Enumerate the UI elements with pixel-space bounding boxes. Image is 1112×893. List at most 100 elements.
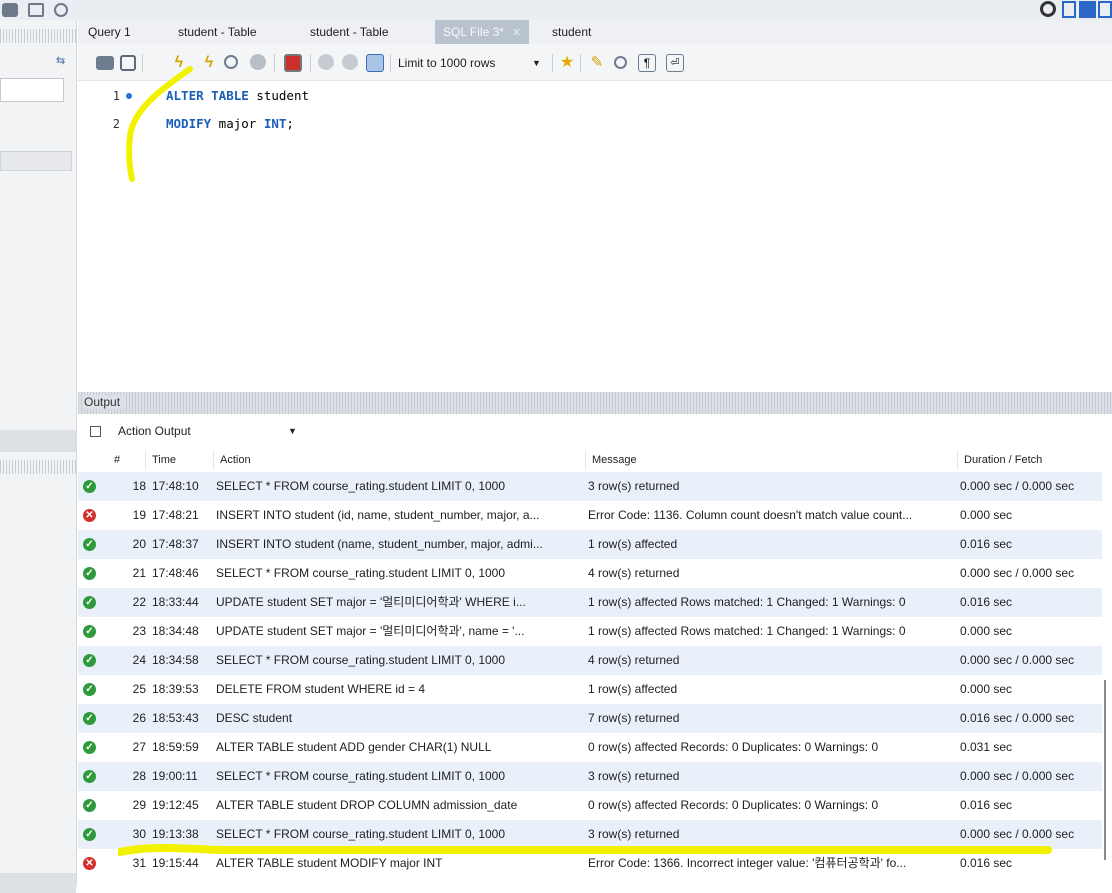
table-row[interactable]: ✓ 27 18:59:59 ALTER TABLE student ADD gende… — [78, 733, 1102, 762]
row-message: 1 row(s) affected Rows matched: 1 Change… — [588, 624, 906, 638]
table-row[interactable]: ✕ 19 17:48:21 INSERT INTO student (id, name… — [78, 501, 1102, 530]
tab-query-1[interactable]: Query 1 — [88, 20, 131, 44]
keyword: INT — [263, 116, 287, 131]
table-row[interactable]: ✓ 20 17:48:37 INSERT INTO student (name, st… — [78, 530, 1102, 559]
output-label: Output — [84, 395, 125, 409]
information-header — [0, 460, 76, 474]
row-time: 18:33:44 — [152, 595, 199, 609]
close-tab-icon[interactable]: ✕ — [512, 27, 521, 39]
column-header-number[interactable]: # — [108, 450, 146, 470]
column-header-duration[interactable]: Duration / Fetch — [958, 450, 1102, 470]
beautify-brush-icon[interactable]: ✎ — [588, 54, 606, 72]
table-row[interactable]: ✓ 29 19:12:45 ALTER TABLE student DROP COLU… — [78, 791, 1102, 820]
tab-label: SQL File 3* — [443, 25, 504, 39]
success-check-icon: ✓ — [83, 567, 96, 580]
row-number: 20 — [132, 537, 146, 551]
row-time: 18:53:43 — [152, 711, 199, 725]
column-header-message[interactable]: Message — [586, 450, 958, 470]
success-check-icon: ✓ — [83, 654, 96, 667]
tab-student[interactable]: student — [552, 20, 591, 44]
table-row[interactable]: ✓ 18 17:48:10 SELECT * FROM course_rating.s… — [78, 472, 1102, 501]
row-duration: 0.016 sec — [960, 595, 1013, 609]
tab-student-table-2[interactable]: student - Table — [310, 20, 389, 44]
autocommit-toggle-icon[interactable] — [366, 54, 384, 72]
stop-on-error-icon[interactable] — [284, 54, 302, 72]
column-header-action[interactable]: Action — [214, 450, 586, 470]
table-row[interactable]: ✓ 21 17:48:46 SELECT * FROM course_rating.s… — [78, 559, 1102, 588]
row-duration: 0.016 sec — [960, 537, 1013, 551]
schema-tree-row[interactable] — [0, 151, 72, 171]
success-check-icon: ✓ — [83, 683, 96, 696]
output-scrollbar[interactable] — [1104, 680, 1106, 860]
success-check-icon: ✓ — [83, 480, 96, 493]
copy-output-icon[interactable] — [90, 426, 101, 437]
tab-student-table-1[interactable]: student - Table — [178, 20, 257, 44]
row-action: INSERT INTO student (name, student_numbe… — [216, 537, 543, 551]
navigator-section-tab[interactable] — [0, 430, 76, 452]
column-header-time[interactable]: Time — [146, 450, 214, 470]
row-message: 1 row(s) affected — [588, 537, 678, 551]
row-message: 3 row(s) returned — [588, 479, 680, 493]
toggle-sidebar-icon[interactable] — [1062, 1, 1076, 18]
table-row[interactable]: ✓ 22 18:33:44 UPDATE student SET major = '멀… — [78, 588, 1102, 617]
output-type-select[interactable]: Action Output — [118, 424, 191, 438]
rollback-icon[interactable] — [342, 54, 358, 70]
row-duration: 0.000 sec / 0.000 sec — [960, 769, 1075, 783]
invisible-chars-pilcrow-icon[interactable]: ¶ — [638, 54, 656, 72]
limit-rows-select[interactable]: Limit to 1000 rows — [398, 54, 495, 72]
tab-sql-file-3[interactable]: SQL File 3* ✕ — [435, 20, 530, 44]
schema-filter-input[interactable] — [0, 78, 64, 102]
row-action: ALTER TABLE student ADD gender CHAR(1) N… — [216, 740, 492, 754]
open-folder-icon[interactable] — [96, 56, 114, 70]
chevron-down-icon[interactable]: ▼ — [532, 54, 541, 72]
reconnect-icon[interactable] — [54, 3, 68, 17]
toggle-secondary-sidebar-icon[interactable] — [1098, 1, 1112, 18]
tab-label: student - Table — [310, 25, 389, 39]
row-message: 1 row(s) affected — [588, 682, 678, 696]
success-check-icon: ✓ — [83, 538, 96, 551]
row-message: 0 row(s) affected Records: 0 Duplicates:… — [588, 798, 879, 812]
row-action: DESC student — [216, 711, 293, 725]
error-x-icon: ✕ — [83, 857, 96, 870]
row-number: 26 — [132, 711, 146, 725]
success-check-icon: ✓ — [83, 828, 96, 841]
search-table-icon[interactable] — [28, 3, 44, 17]
table-row[interactable]: ✓ 25 18:39:53 DELETE FROM student WHERE id … — [78, 675, 1102, 704]
table-row[interactable]: ✓ 28 19:00:11 SELECT * FROM course_rating.s… — [78, 762, 1102, 791]
add-snippet-star-icon[interactable]: ★ — [558, 54, 576, 72]
navigator-panel: ⇆ — [0, 20, 77, 893]
schema-tool-icon[interactable] — [2, 3, 18, 17]
chevron-down-icon[interactable]: ▼ — [288, 426, 297, 436]
navigator-header — [0, 29, 76, 43]
row-time: 18:34:48 — [152, 624, 199, 638]
refresh-schemas-icon[interactable]: ⇆ — [56, 56, 68, 67]
row-message: Error Code: 1136. Column count doesn't m… — [588, 508, 913, 522]
tab-label: student - Table — [178, 25, 257, 39]
settings-gear-icon[interactable] — [1040, 1, 1056, 17]
tab-label: student — [552, 25, 592, 39]
toolbar-separator — [552, 54, 553, 72]
sql-editor[interactable]: 1 ALTER TABLE student 2 MODIFY major INT… — [78, 66, 1112, 381]
table-row[interactable]: ✓ 26 18:53:43 DESC student 7 row(s) returned… — [78, 704, 1102, 733]
row-duration: 0.000 sec / 0.000 sec — [960, 566, 1075, 580]
row-number: 27 — [132, 740, 146, 754]
row-duration: 0.000 sec / 0.000 sec — [960, 479, 1075, 493]
row-number: 28 — [132, 769, 146, 783]
commit-icon[interactable] — [318, 54, 334, 70]
row-message: 1 row(s) affected Rows matched: 1 Change… — [588, 595, 906, 609]
row-message: 7 row(s) returned — [588, 711, 680, 725]
success-check-icon: ✓ — [83, 625, 96, 638]
output-panel-header: Output — [78, 392, 1112, 414]
table-row[interactable]: ✓ 24 18:34:58 SELECT * FROM course_rating.s… — [78, 646, 1102, 675]
row-duration: 0.000 sec — [960, 624, 1013, 638]
toggle-output-icon[interactable] — [1079, 1, 1096, 18]
toolbar-separator — [580, 54, 581, 72]
success-check-icon: ✓ — [83, 799, 96, 812]
find-magnifier-icon[interactable] — [614, 56, 627, 69]
row-action: ALTER TABLE student DROP COLUMN admissio… — [216, 798, 518, 812]
word-wrap-icon[interactable]: ⏎ — [666, 54, 684, 72]
row-number: 29 — [132, 798, 146, 812]
table-row[interactable]: ✓ 23 18:34:48 UPDATE student SET major = '멀… — [78, 617, 1102, 646]
toolbar-separator — [390, 54, 391, 72]
row-message: 3 row(s) returned — [588, 769, 680, 783]
